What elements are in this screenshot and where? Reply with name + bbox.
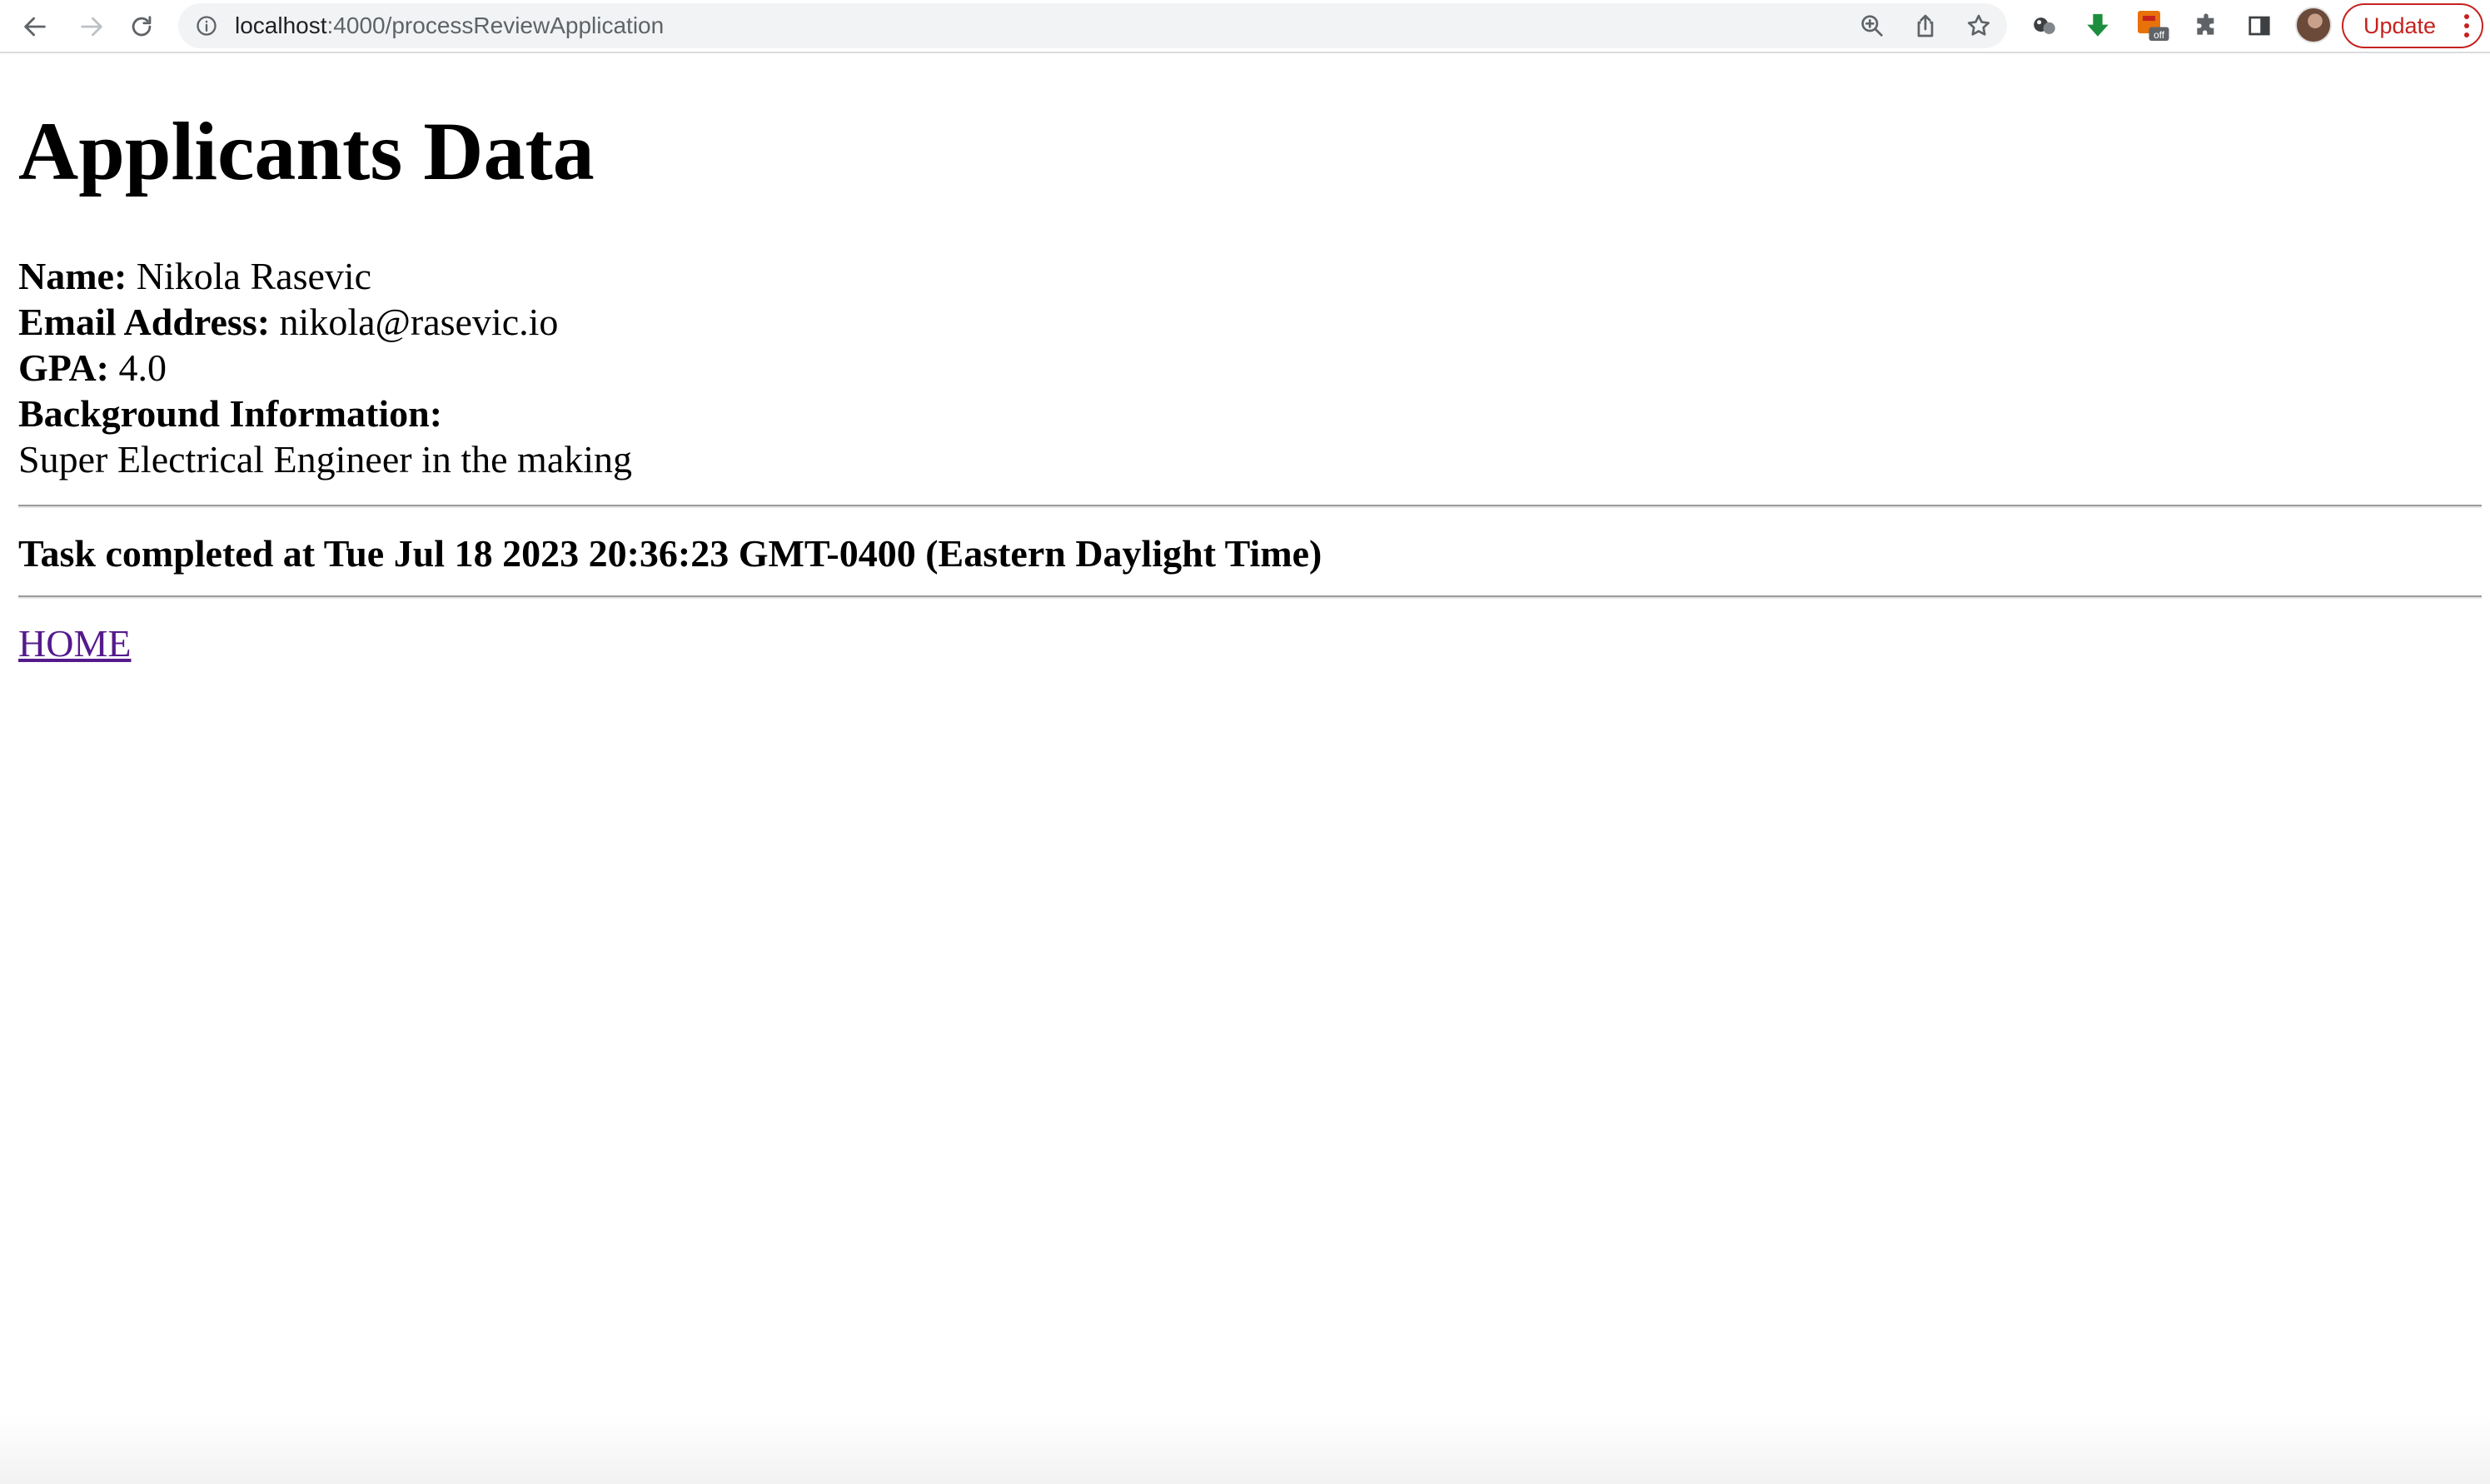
extension-off-icon[interactable]: off (2135, 8, 2170, 43)
name-label: Name: (18, 255, 127, 297)
address-bar[interactable]: localhost:4000/processReviewApplication (178, 3, 2007, 48)
update-button[interactable]: Update (2342, 3, 2483, 48)
background-label-row: Background Information: (18, 391, 632, 436)
page-title: Applicants Data (18, 105, 595, 197)
more-vert-icon[interactable] (2463, 13, 2470, 38)
gpa-label: GPA: (18, 346, 110, 389)
share-icon[interactable] (1912, 12, 1939, 39)
back-arrow-icon (24, 17, 46, 37)
task-status: Task completed at Tue Jul 18 2023 20:36:… (18, 532, 1322, 575)
download-icon[interactable] (2080, 8, 2115, 43)
back-button[interactable] (15, 7, 55, 47)
email-row: Email Address: nikola@rasevic.io (18, 299, 632, 345)
forward-arrow-icon (81, 17, 102, 37)
puzzle-icon[interactable] (2189, 8, 2224, 43)
info-icon[interactable] (195, 14, 218, 37)
reload-icon (132, 16, 152, 37)
applicant-details: Name: Nikola Rasevic Email Address: niko… (18, 253, 632, 482)
email-label: Email Address: (18, 301, 271, 343)
divider-top (18, 505, 2482, 508)
home-link[interactable]: HOME (18, 620, 131, 666)
extension-badge: off (2154, 29, 2165, 41)
background-value: Super Electrical Engineer in the making (18, 438, 633, 481)
window-bottom-edge (0, 1416, 2490, 1484)
divider-bottom (18, 595, 2482, 599)
name-row: Name: Nikola Rasevic (18, 253, 632, 299)
gpa-value: 4.0 (118, 346, 167, 389)
url-host: localhost (235, 12, 327, 38)
sidebar-icon[interactable] (2242, 8, 2277, 43)
forward-button[interactable] (72, 7, 112, 47)
update-label: Update (2363, 12, 2437, 38)
zoom-icon[interactable] (1859, 12, 1885, 39)
name-value: Nikola Rasevic (136, 255, 372, 297)
star-icon[interactable] (1965, 12, 1992, 39)
email-value: nikola@rasevic.io (279, 301, 559, 343)
browser-toolbar: localhost:4000/processReviewApplication (0, 0, 2490, 53)
background-label: Background Information: (18, 392, 443, 435)
reload-button[interactable] (122, 7, 162, 47)
avatar[interactable] (2295, 7, 2332, 43)
extension-orbs-icon[interactable] (2027, 8, 2062, 43)
url-path: :4000/processReviewApplication (326, 12, 665, 38)
gpa-row: GPA: 4.0 (18, 345, 632, 391)
url-text[interactable]: localhost:4000/processReviewApplication (235, 3, 664, 48)
